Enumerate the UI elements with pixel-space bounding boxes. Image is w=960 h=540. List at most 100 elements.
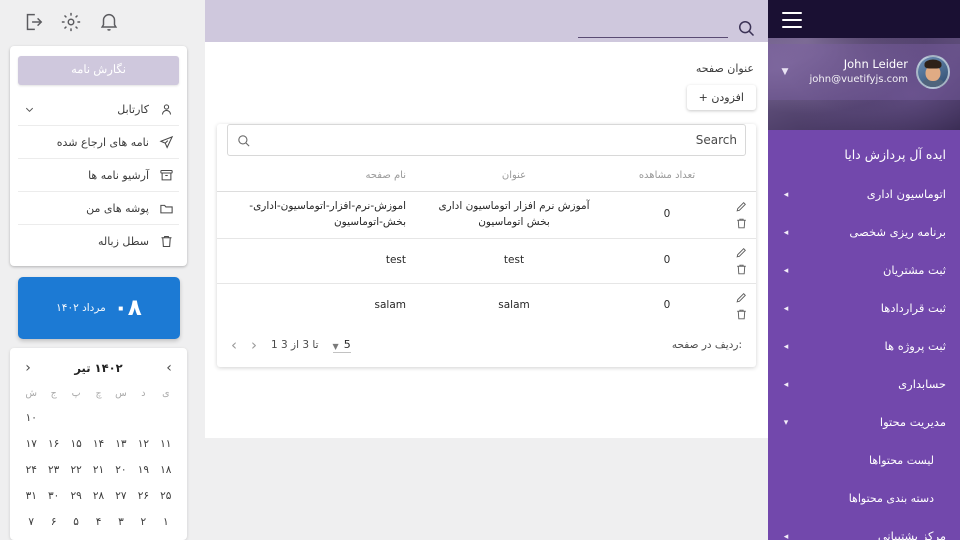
mail-item-kartabl[interactable]: کارتابل [18,93,179,126]
row-actions [722,192,756,239]
cell-name: salam [217,283,416,328]
calendar-prev-button[interactable]: ‹ [20,361,36,375]
edit-icon[interactable] [735,200,748,213]
calendar-day[interactable]: ۶ [42,510,64,534]
sidebar-item-list: ◂اتوماسیون اداری◂برنامه ریزی شخصی◂ثبت مش… [768,176,960,540]
calendar-day[interactable]: ۱۱ [155,432,177,456]
table-row: 0salamsalam [217,283,756,328]
chevron-left-icon: ◂ [780,228,792,238]
calendar-day[interactable]: ۱۷ [20,432,42,456]
chevron-down-icon[interactable] [20,104,38,115]
compose-letter-button[interactable]: نگارش نامه [18,56,179,85]
hamburger-menu-icon[interactable] [782,12,802,28]
chevron-left-icon: ◂ [780,304,792,314]
calendar-weekday: س [110,384,132,404]
calendar-day[interactable]: ۱۵ [65,432,87,456]
logout-icon[interactable] [22,11,44,33]
global-search-input[interactable] [578,20,728,38]
calendar-day[interactable]: ۲ [132,510,154,534]
calendar-day[interactable]: ۲۱ [87,458,109,482]
chevron-down-icon: ▾ [780,418,792,428]
chevron-down-icon[interactable]: ▼ [778,67,792,77]
cell-views: 0 [612,238,722,283]
calendar-day[interactable]: ۲۵ [155,484,177,508]
edit-icon[interactable] [735,246,748,259]
bell-icon[interactable] [98,11,120,33]
calendar-day[interactable]: ۳۰ [42,484,64,508]
rows-per-page-select[interactable]: ▼ 5 [333,338,351,353]
calendar-day[interactable]: ۲۶ [132,484,154,508]
mail-item-referred[interactable]: نامه های ارجاع شده [18,126,179,159]
top-search-bar [205,0,768,42]
sidebar-item-label: حسابداری [898,378,946,392]
user-profile[interactable]: ▼ John Leider john@vuetifyjs.com [768,44,960,100]
folder-icon [155,201,177,216]
search-icon [236,133,251,148]
mail-nav-list: کارتابل نامه های ارجاع شده [18,93,179,258]
sidebar-item-2[interactable]: ◂برنامه ریزی شخصی [768,214,960,252]
table-search[interactable]: Search [227,124,746,156]
add-button[interactable]: + افزودن [687,85,756,110]
sidebar-item-6[interactable]: ◂حسابداری [768,366,960,404]
calendar-day[interactable]: ۳ [110,510,132,534]
calendar-day[interactable]: ۵ [65,510,87,534]
edit-icon[interactable] [735,291,748,304]
delete-icon[interactable] [735,308,748,321]
calendar-day[interactable]: ۱۸ [155,458,177,482]
global-search [578,18,756,38]
calendar-day[interactable]: ۱۴ [87,432,109,456]
calendar-day[interactable]: ۱۹ [132,458,154,482]
sidebar-item-7[interactable]: ▾مدیریت محتوا [768,404,960,442]
calendar-day[interactable]: ۱۲ [132,432,154,456]
calendar-day[interactable]: ۲۲ [65,458,87,482]
calendar-day[interactable]: ۷ [20,510,42,534]
pagination-next-button[interactable]: › [251,338,257,353]
user-icon [155,102,177,117]
calendar-weekday: د [132,384,154,404]
chevron-left-icon: ◂ [780,266,792,276]
mail-item-label: آرشیو نامه ها [38,169,155,182]
calendar-day[interactable]: ۲۳ [42,458,64,482]
pagination-prev-button[interactable]: ‹ [231,338,237,353]
calendar-next-button[interactable]: › [161,361,177,375]
column-title[interactable]: عنوان [416,162,612,192]
page-actions: + افزودن [217,75,756,110]
calendar-day[interactable]: ۲۹ [65,484,87,508]
mail-item-my-folders[interactable]: پوشه های من [18,192,179,225]
gear-icon[interactable] [60,11,82,33]
sidebar-item-4[interactable]: ◂ثبت قراردادها [768,290,960,328]
sidebar-brand[interactable]: ایده آل پردازش دایا [768,132,960,176]
cell-views: 0 [612,192,722,239]
calendar-day[interactable]: ۲۰ [110,458,132,482]
sidebar-item-10[interactable]: ◂مرکز پشتیبانی [768,518,960,540]
avatar[interactable] [916,55,950,89]
row-actions [722,283,756,328]
calendar-day[interactable]: ۲۷ [110,484,132,508]
sidebar-item-9[interactable]: دسته بندی محتواها [768,480,960,518]
sidebar-item-8[interactable]: لیست محتواها [768,442,960,480]
calendar-day-empty [87,406,109,430]
sidebar-item-3[interactable]: ◂ثبت مشتریان [768,252,960,290]
sidebar-item-1[interactable]: ◂اتوماسیون اداری [768,176,960,214]
calendar-day[interactable]: ۱ [155,510,177,534]
mail-item-archive[interactable]: آرشیو نامه ها [18,159,179,192]
calendar-title: ۱۴۰۲ تیر [74,361,122,375]
calendar-day[interactable]: ۲۸ [87,484,109,508]
calendar-day[interactable]: ۱۶ [42,432,64,456]
column-name[interactable]: نام صفحه [217,162,416,192]
search-icon[interactable] [736,18,756,38]
mail-panel: نگارش نامه کارتابل [10,46,187,266]
calendar-day[interactable]: ۲۴ [20,458,42,482]
column-views[interactable]: تعداد مشاهده [612,162,722,192]
sidebar-item-5[interactable]: ◂ثبت پروژه ها [768,328,960,366]
delete-icon[interactable] [735,217,748,230]
calendar-day[interactable]: ۱۳ [110,432,132,456]
delete-icon[interactable] [735,263,748,276]
right-sidebar: ▼ John Leider john@vuetifyjs.com ایده آل… [768,0,960,540]
calendar-day[interactable]: ۳۱ [20,484,42,508]
calendar-day-empty [65,406,87,430]
calendar-day[interactable]: ۴ [87,510,109,534]
mail-item-trash[interactable]: سطل زباله [18,225,179,258]
calendar-day[interactable]: ۱۰ [20,406,42,430]
page-title: عنوان صفحه [217,52,756,75]
